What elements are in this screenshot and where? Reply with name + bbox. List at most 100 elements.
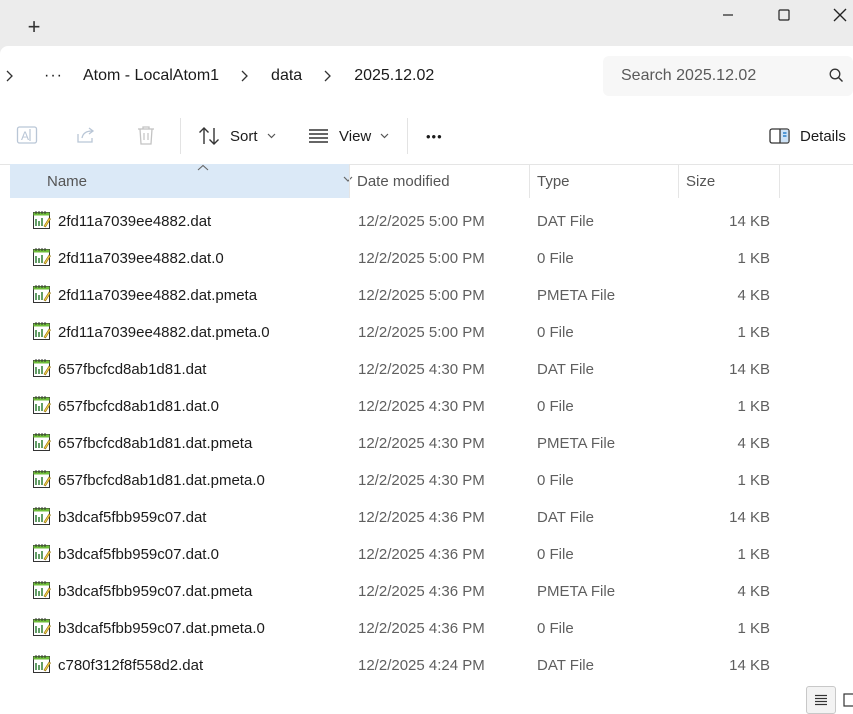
chevron-right-icon[interactable] (6, 70, 14, 82)
share-icon[interactable] (75, 124, 97, 146)
more-options-button[interactable]: ••• (426, 122, 443, 150)
file-date-modified: 12/2/2025 4:36 PM (358, 583, 485, 600)
file-row[interactable]: b3dcaf5fbb959c07.dat.pmeta.0 12/2/2025 4:… (0, 610, 853, 647)
file-row[interactable]: 2fd11a7039ee4882.dat 12/2/2025 5:00 PM DAT… (0, 203, 853, 240)
search-icon[interactable] (829, 68, 844, 83)
file-type: DAT File (537, 657, 594, 674)
close-button[interactable] (814, 0, 853, 30)
column-header-type[interactable]: Type (530, 164, 678, 198)
tiles-view-icon[interactable] (840, 690, 853, 710)
new-tab-button[interactable]: + (18, 12, 50, 42)
file-row[interactable]: 657fbcfcd8ab1d81.dat 12/2/2025 4:30 PM DAT… (0, 351, 853, 388)
file-date-modified: 12/2/2025 4:30 PM (358, 472, 485, 489)
file-row[interactable]: 657fbcfcd8ab1d81.dat.pmeta.0 12/2/2025 4:… (0, 462, 853, 499)
delete-icon[interactable] (135, 124, 157, 146)
breadcrumb-item-atom[interactable]: Atom - LocalAtom1 (83, 67, 219, 85)
file-date-modified: 12/2/2025 4:30 PM (358, 435, 485, 452)
file-row[interactable]: 2fd11a7039ee4882.dat.pmeta.0 12/2/2025 5:… (0, 314, 853, 351)
chevron-right-icon[interactable] (241, 70, 249, 82)
toolbar-divider (407, 118, 408, 154)
file-row[interactable]: b3dcaf5fbb959c07.dat.pmeta 12/2/2025 4:36… (0, 573, 853, 610)
details-view-icon (815, 694, 827, 706)
file-size: 1 KB (737, 250, 770, 267)
column-header-size-label: Size (686, 172, 716, 190)
file-size: 14 KB (729, 657, 770, 674)
file-row[interactable]: 2fd11a7039ee4882.dat.pmeta 12/2/2025 5:00… (0, 277, 853, 314)
chevron-down-icon (267, 133, 275, 139)
file-row[interactable]: c780f312f8f558d2.dat 12/2/2025 4:24 PM DAT… (0, 647, 853, 684)
file-size: 14 KB (729, 213, 770, 230)
file-row[interactable]: b3dcaf5fbb959c07.dat 12/2/2025 4:36 PM DAT… (0, 499, 853, 536)
file-name: c780f312f8f558d2.dat (58, 657, 204, 674)
file-date-modified: 12/2/2025 5:00 PM (358, 213, 485, 230)
details-pane-icon (769, 128, 790, 144)
breadcrumb-item-current[interactable]: 2025.12.02 (354, 67, 434, 85)
text-file-icon (33, 247, 51, 271)
file-name: 2fd11a7039ee4882.dat.pmeta.0 (58, 324, 270, 341)
text-file-icon (33, 580, 51, 604)
details-view-button[interactable] (806, 686, 836, 714)
text-file-icon (33, 543, 51, 567)
file-name: 2fd11a7039ee4882.dat (58, 213, 212, 230)
file-type: DAT File (537, 509, 594, 526)
file-type: DAT File (537, 361, 594, 378)
column-header-date[interactable]: Date modified (350, 164, 529, 198)
file-name: b3dcaf5fbb959c07.dat.pmeta.0 (58, 620, 265, 637)
file-size: 4 KB (737, 435, 770, 452)
column-header-name-label: Name (47, 172, 88, 190)
details-label: Details (800, 127, 846, 145)
file-size: 1 KB (737, 324, 770, 341)
file-size: 14 KB (729, 509, 770, 526)
file-date-modified: 12/2/2025 4:36 PM (358, 546, 485, 563)
sort-label: Sort (230, 127, 258, 145)
file-size: 1 KB (737, 472, 770, 489)
column-header-size[interactable]: Size (679, 164, 779, 198)
file-date-modified: 12/2/2025 5:00 PM (358, 287, 485, 304)
file-row[interactable]: 2fd11a7039ee4882.dat.0 12/2/2025 5:00 PM 0… (0, 240, 853, 277)
text-file-icon (33, 210, 51, 234)
file-type: 0 File (537, 472, 574, 489)
search-input[interactable]: Search 2025.12.02 (603, 56, 853, 96)
sort-button[interactable]: Sort (198, 122, 276, 150)
file-type: 0 File (537, 398, 574, 415)
file-size: 1 KB (737, 546, 770, 563)
file-date-modified: 12/2/2025 4:30 PM (358, 361, 485, 378)
text-file-icon (33, 469, 51, 493)
rename-icon[interactable]: A (16, 124, 38, 146)
details-pane-button[interactable]: Details (769, 122, 846, 150)
more-icon: ••• (426, 128, 443, 144)
chevron-right-icon[interactable] (324, 70, 332, 82)
plus-icon: + (27, 14, 41, 39)
file-size: 4 KB (737, 287, 770, 304)
column-divider[interactable] (779, 164, 780, 198)
file-date-modified: 12/2/2025 5:00 PM (358, 324, 485, 341)
file-name: 657fbcfcd8ab1d81.dat (58, 361, 207, 378)
maximize-button[interactable] (758, 0, 810, 30)
file-row[interactable]: b3dcaf5fbb959c07.dat.0 12/2/2025 4:36 PM 0… (0, 536, 853, 573)
file-type: PMETA File (537, 287, 616, 304)
file-row[interactable]: 657fbcfcd8ab1d81.dat.0 12/2/2025 4:30 PM 0… (0, 388, 853, 425)
text-file-icon (33, 654, 51, 678)
file-type: DAT File (537, 213, 594, 230)
sort-ascending-icon (197, 164, 209, 171)
minimize-icon (723, 14, 733, 16)
minimize-button[interactable] (702, 0, 754, 30)
column-header-name[interactable]: Name (10, 164, 353, 198)
file-name: 657fbcfcd8ab1d81.dat.pmeta (58, 435, 253, 452)
toolbar-divider (180, 118, 181, 154)
file-row[interactable]: 657fbcfcd8ab1d81.dat.pmeta 12/2/2025 4:30… (0, 425, 853, 462)
text-file-icon (33, 617, 51, 641)
file-name: b3dcaf5fbb959c07.dat.0 (58, 546, 219, 563)
breadcrumb-item-data[interactable]: data (271, 67, 302, 85)
file-type: 0 File (537, 620, 574, 637)
file-size: 1 KB (737, 620, 770, 637)
file-size: 4 KB (737, 583, 770, 600)
breadcrumb-more-button[interactable]: ··· (44, 67, 63, 85)
maximize-icon (778, 9, 790, 21)
file-date-modified: 12/2/2025 4:24 PM (358, 657, 485, 674)
view-label: View (339, 127, 372, 145)
file-name: 657fbcfcd8ab1d81.dat.0 (58, 398, 219, 415)
search-placeholder: Search 2025.12.02 (621, 67, 757, 84)
view-button[interactable]: View (308, 122, 389, 150)
close-icon (833, 8, 847, 22)
